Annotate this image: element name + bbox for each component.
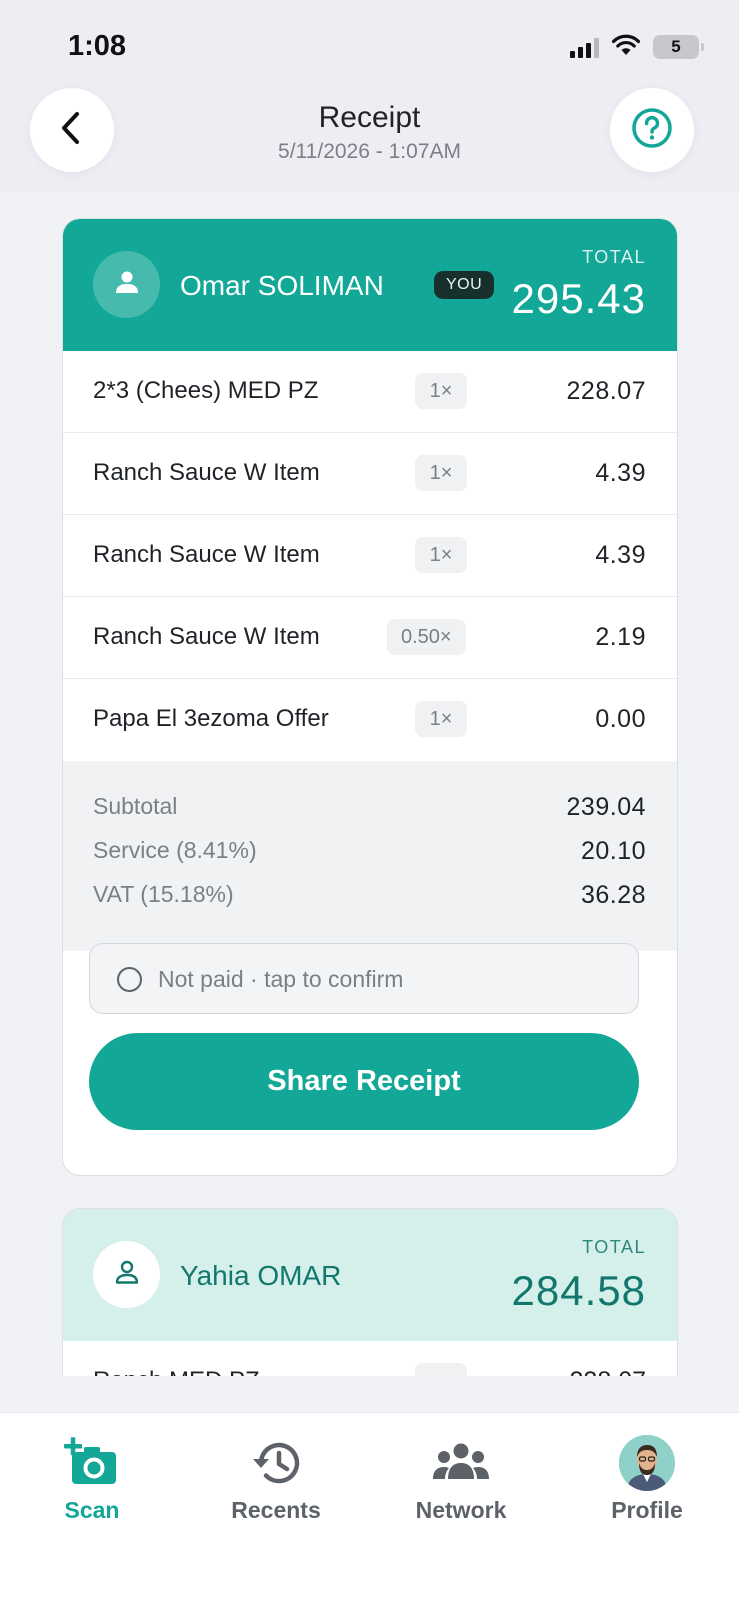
item-quantity: 1× [415, 455, 467, 491]
header: Receipt 5/11/2026 - 1:07AM [0, 88, 739, 192]
item-quantity: 1× [415, 373, 467, 409]
tab-network[interactable]: Network [381, 1433, 541, 1524]
question-circle-icon [630, 106, 674, 155]
help-button[interactable] [610, 88, 694, 172]
person-card: Yahia OMAR TOTAL 284.58 Ranch MED PZ 228… [62, 1208, 678, 1376]
item-name: Ranch Sauce W Item [93, 623, 320, 650]
radio-empty-icon [117, 967, 142, 992]
totals-summary: Subtotal 239.04 Service (8.41%) 20.10 VA… [63, 761, 677, 951]
status-time: 1:08 [68, 30, 127, 62]
person-card: Omar SOLIMAN YOU TOTAL 295.43 2*3 (Chees… [62, 218, 678, 1176]
paid-confirm-toggle[interactable]: Not paid · tap to confirm [89, 943, 639, 1014]
list-item[interactable]: Ranch MED PZ 228.07 [63, 1341, 677, 1376]
vat-label: VAT (15.18%) [93, 881, 234, 907]
people-group-icon [381, 1433, 541, 1493]
total-value: 284.58 [511, 1267, 646, 1314]
item-price: 228.07 [566, 377, 646, 405]
you-badge: YOU [434, 271, 495, 299]
total-value: 295.43 [511, 275, 646, 322]
item-name: Ranch MED PZ [93, 1367, 260, 1376]
tab-label: Network [415, 1497, 507, 1523]
person-name: Omar SOLIMAN [180, 270, 384, 301]
bottom-tab-bar: Scan Recents Network Profile [0, 1412, 739, 1600]
avatar [93, 1241, 160, 1308]
paid-status-text: Not paid · tap to confirm [158, 966, 404, 992]
subtotal-value: 239.04 [566, 793, 646, 821]
item-price: 4.39 [595, 541, 646, 569]
subtotal-row: Subtotal 239.04 [93, 793, 646, 823]
item-price: 2.19 [595, 623, 646, 651]
tab-label: Scan [64, 1497, 120, 1523]
tab-profile[interactable]: Profile [567, 1433, 727, 1524]
service-label: Service (8.41%) [93, 837, 257, 863]
person-name: Yahia OMAR [180, 1260, 342, 1291]
total-label: TOTAL [582, 247, 646, 267]
wifi-icon [611, 34, 641, 61]
item-quantity: 1× [415, 701, 467, 737]
signal-icon [570, 36, 599, 58]
status-icons: 5 [570, 32, 704, 62]
list-item[interactable]: Papa El 3ezoma Offer 1× 0.00 [63, 679, 677, 761]
list-item[interactable]: Ranch Sauce W Item 1× 4.39 [63, 433, 677, 515]
history-icon [196, 1433, 356, 1493]
tab-label: Recents [231, 1497, 321, 1523]
person-card-header[interactable]: Yahia OMAR TOTAL 284.58 [63, 1209, 677, 1341]
status-bar: 1:08 5 [0, 0, 739, 88]
list-item[interactable]: Ranch Sauce W Item 1× 4.39 [63, 515, 677, 597]
item-price: 0.00 [595, 705, 646, 733]
person-icon [114, 1259, 140, 1290]
vat-row: VAT (15.18%) 36.28 [93, 881, 646, 911]
tab-label: Profile [611, 1497, 683, 1523]
battery-icon: 5 [653, 35, 704, 59]
item-name: Papa El 3ezoma Offer [93, 705, 329, 732]
service-value: 20.10 [580, 837, 646, 865]
avatar [93, 251, 160, 318]
service-row: Service (8.41%) 20.10 [93, 837, 646, 867]
tab-recents[interactable]: Recents [196, 1433, 356, 1524]
receipt-list[interactable]: Omar SOLIMAN YOU TOTAL 295.43 2*3 (Chees… [0, 192, 739, 1376]
list-item[interactable]: Ranch Sauce W Item 0.50× 2.19 [63, 597, 677, 679]
item-quantity [415, 1363, 467, 1376]
camera-plus-icon [12, 1433, 172, 1493]
item-name: Ranch Sauce W Item [93, 541, 320, 568]
item-name: 2*3 (Chees) MED PZ [93, 377, 319, 404]
vat-value: 36.28 [580, 881, 646, 909]
item-price: 4.39 [595, 459, 646, 487]
person-card-header[interactable]: Omar SOLIMAN YOU TOTAL 295.43 [63, 219, 677, 351]
item-quantity: 1× [415, 537, 467, 573]
item-name: Ranch Sauce W Item [93, 459, 320, 486]
item-price: 228.07 [570, 1367, 646, 1376]
person-icon [114, 269, 140, 300]
share-receipt-button[interactable]: Share Receipt [89, 1033, 639, 1130]
avatar-icon [619, 1435, 675, 1491]
total-label: TOTAL [582, 1237, 646, 1257]
list-item[interactable]: 2*3 (Chees) MED PZ 1× 228.07 [63, 351, 677, 433]
subtotal-label: Subtotal [93, 793, 178, 819]
tab-scan[interactable]: Scan [12, 1433, 172, 1524]
item-quantity: 0.50× [387, 619, 466, 655]
